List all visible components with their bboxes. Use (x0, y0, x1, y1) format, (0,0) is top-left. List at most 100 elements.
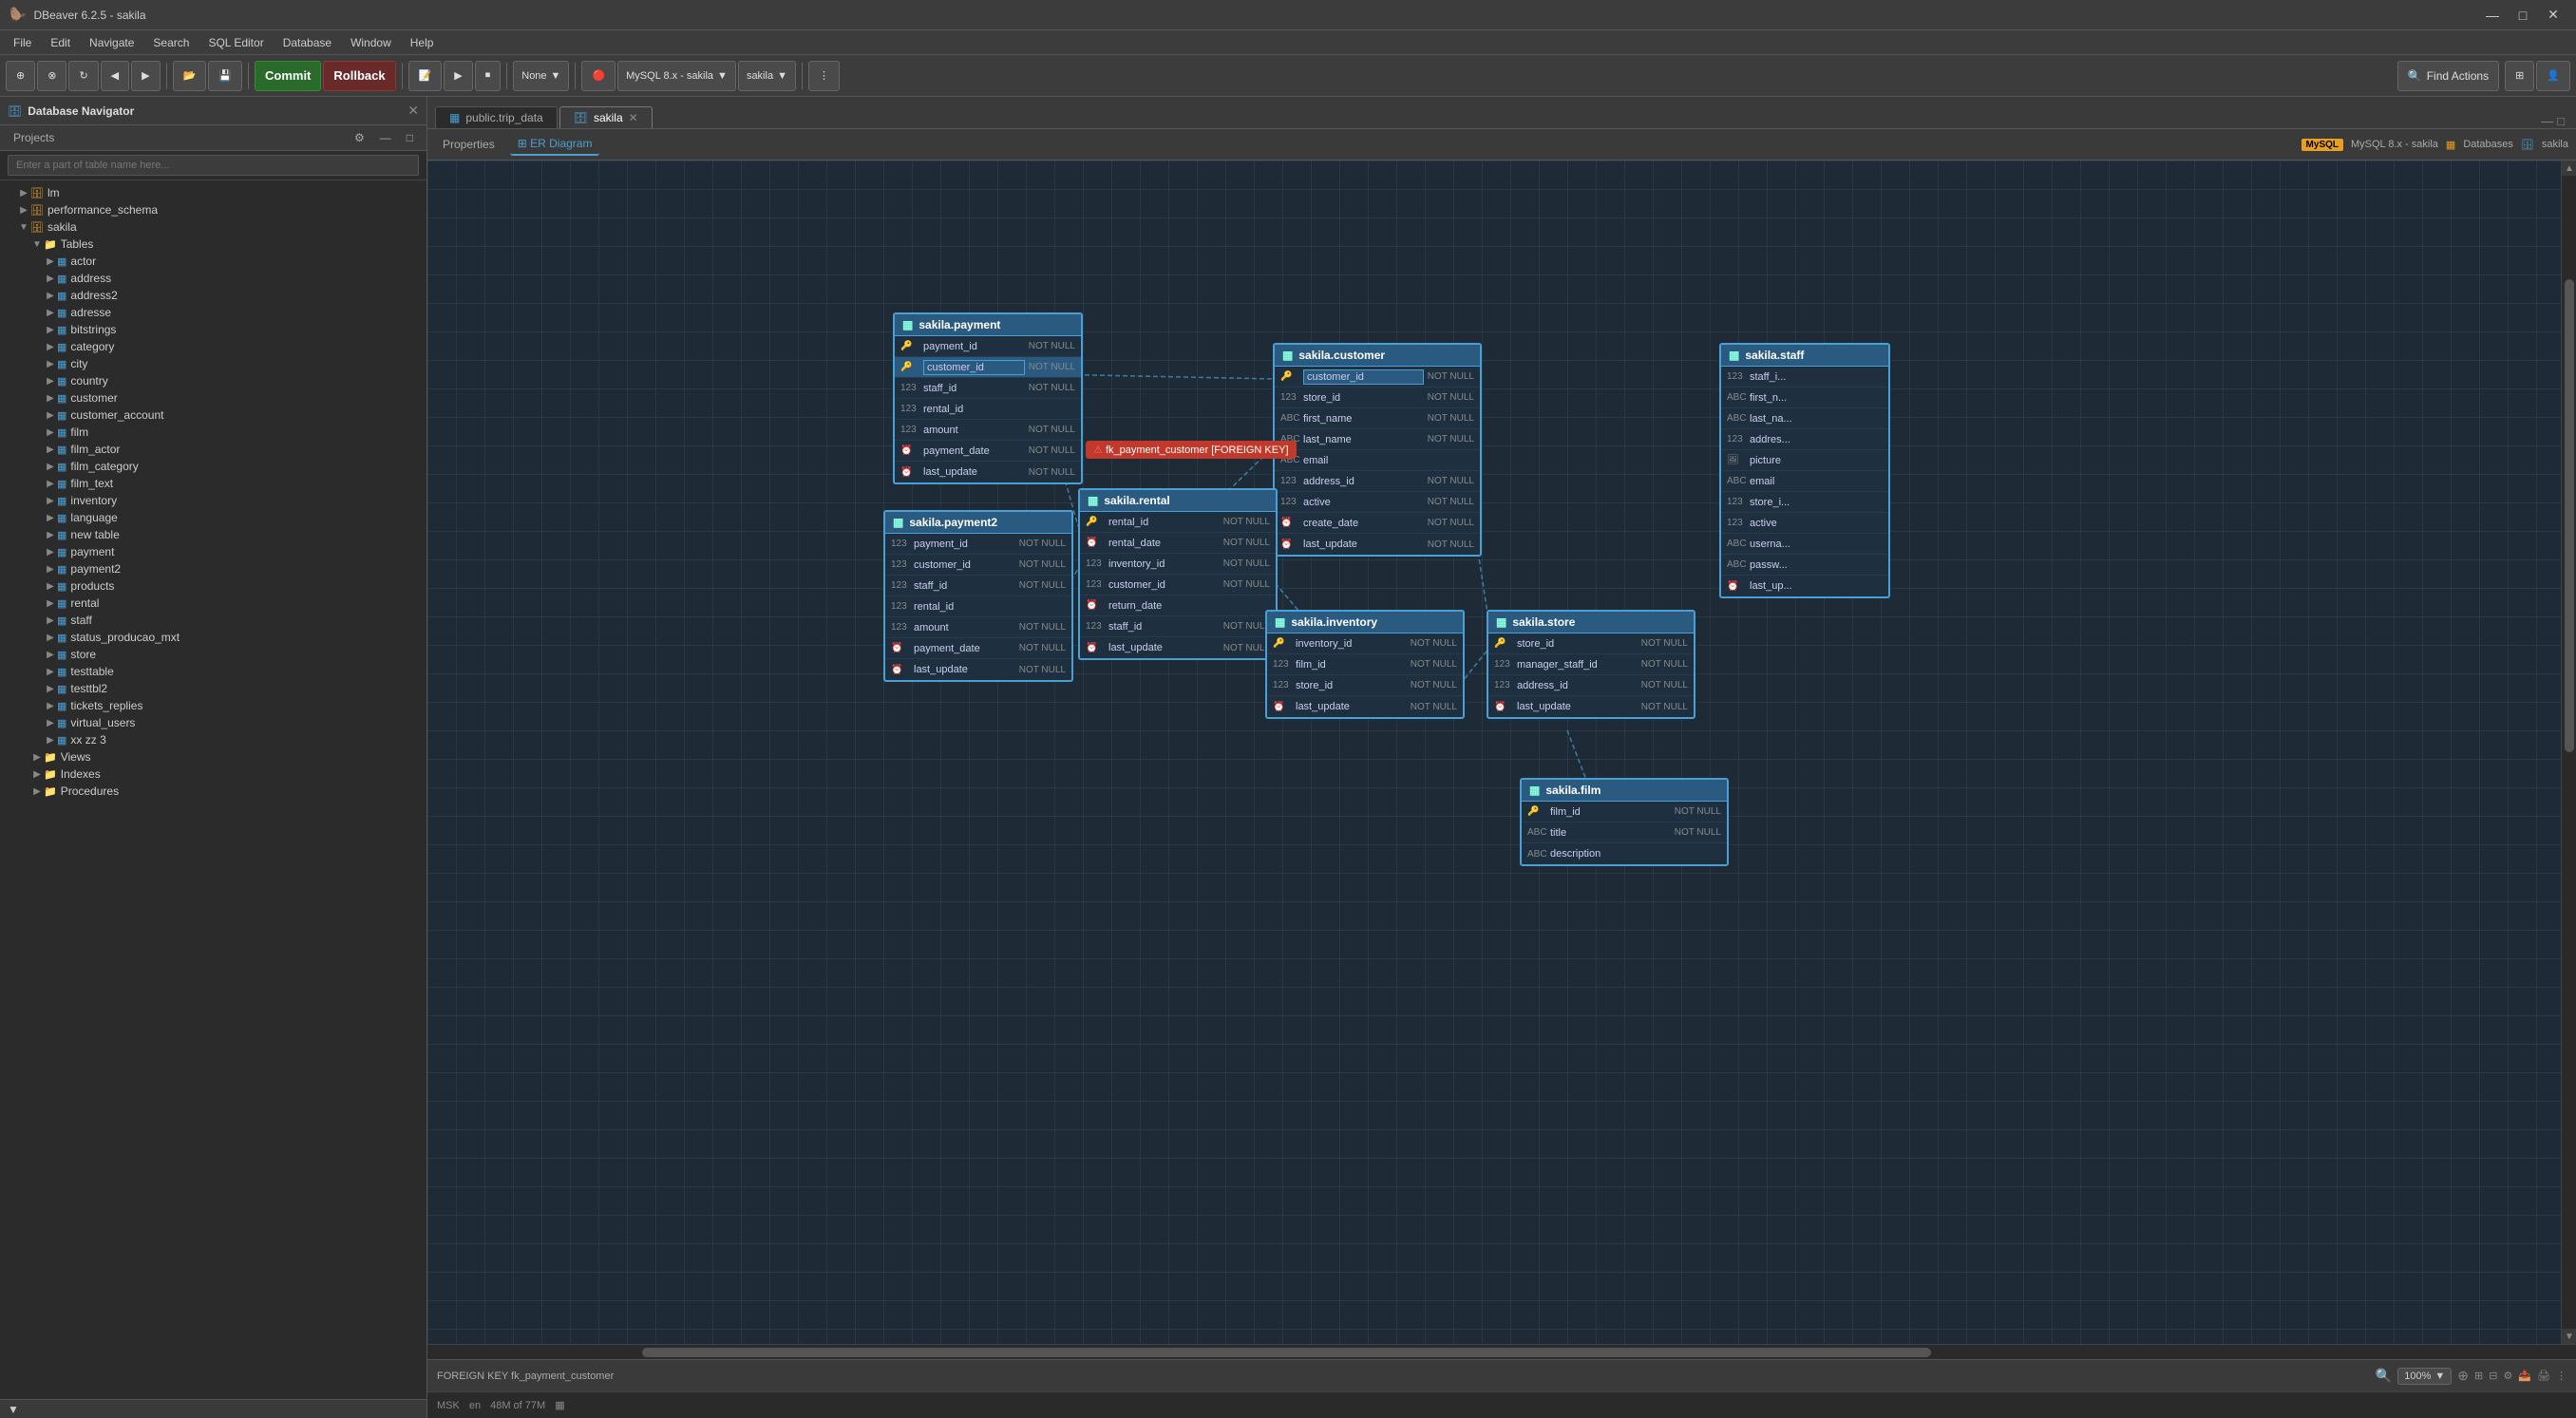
tree-item-virtual-users[interactable]: ▶ ▦ virtual_users (0, 714, 426, 731)
grid-toggle-button[interactable]: ⊞ (2505, 61, 2534, 91)
menu-window[interactable]: Window (341, 34, 401, 51)
tree-item-film-category[interactable]: ▶ ▦ film_category (0, 458, 426, 475)
tree-item-lm[interactable]: ▶ 🗄 lm (0, 184, 426, 201)
er-table-payment2-row-3[interactable]: 123 staff_id NOT NULL (885, 576, 1071, 596)
nav-close-button[interactable]: ✕ (407, 103, 419, 119)
er-table-inventory[interactable]: ▦ sakila.inventory 🔑 inventory_id NOT NU… (1265, 610, 1465, 719)
tree-item-inventory[interactable]: ▶ ▦ inventory (0, 492, 426, 509)
print-button[interactable]: 🖨 (2537, 1370, 2550, 1382)
tree-item-actor[interactable]: ▶ ▦ actor (0, 253, 426, 270)
er-table-payment2-row-4[interactable]: 123 rental_id (885, 596, 1071, 617)
er-table-payment[interactable]: ▦ sakila.payment 🔑 payment_id NOT NULL 🔑… (893, 312, 1083, 484)
tree-item-products[interactable]: ▶ ▦ products (0, 577, 426, 595)
zoom-in-icon[interactable]: ⊕ (2457, 1368, 2469, 1384)
er-table-customer-row-9[interactable]: ⏰ last_update NOT NULL (1275, 534, 1480, 555)
connection-dropdown[interactable]: MySQL 8.x - sakila ▼ (617, 61, 736, 91)
zoom-dropdown-icon[interactable]: ▼ (2434, 1371, 2445, 1382)
tab-trip-data[interactable]: ▦ public.trip_data (435, 106, 558, 128)
er-table-payment-row-2[interactable]: 🔑 customer_id NOT NULL (895, 357, 1081, 378)
grid-button[interactable]: ⊟ (2489, 1370, 2497, 1382)
er-table-payment-row-5[interactable]: 123 amount NOT NULL (895, 420, 1081, 441)
new-connection-button[interactable]: ⊕ (6, 61, 35, 91)
tree-item-sakila[interactable]: ▼ 🗄 sakila (0, 218, 426, 236)
tree-item-performance-schema[interactable]: ▶ 🗄 performance_schema (0, 201, 426, 218)
er-table-rental-row-3[interactable]: 123 inventory_id NOT NULL (1080, 554, 1276, 575)
nav-minimize-button[interactable]: — (374, 129, 397, 146)
er-table-film-row-3[interactable]: ABC description (1522, 843, 1727, 864)
er-table-inventory-row-2[interactable]: 123 film_id NOT NULL (1267, 654, 1463, 675)
er-table-staff-row-1[interactable]: 123 staff_i... (1721, 367, 1888, 388)
er-table-inventory-row-1[interactable]: 🔑 inventory_id NOT NULL (1267, 633, 1463, 654)
er-table-payment-row-7[interactable]: ⏰ last_update NOT NULL (895, 462, 1081, 482)
mysql-indicator[interactable]: 🔴 (581, 61, 616, 91)
menu-edit[interactable]: Edit (41, 34, 80, 51)
tree-item-adresse[interactable]: ▶ ▦ adresse (0, 304, 426, 321)
er-table-rental-row-5[interactable]: ⏰ return_date (1080, 596, 1276, 616)
er-table-payment-row-1[interactable]: 🔑 payment_id NOT NULL (895, 336, 1081, 357)
er-table-payment-row-3[interactable]: 123 staff_id NOT NULL (895, 378, 1081, 399)
tree-item-address2[interactable]: ▶ ▦ address2 (0, 287, 426, 304)
er-table-payment-row-6[interactable]: ⏰ payment_date NOT NULL (895, 441, 1081, 462)
tree-item-film-text[interactable]: ▶ ▦ film_text (0, 475, 426, 492)
er-table-customer-row-6[interactable]: 123 address_id NOT NULL (1275, 471, 1480, 492)
er-table-staff-row-11[interactable]: ⏰ last_up... (1721, 576, 1888, 596)
tree-item-customer-account[interactable]: ▶ ▦ customer_account (0, 406, 426, 424)
tree-item-store[interactable]: ▶ ▦ store (0, 646, 426, 663)
er-table-customer-row-2[interactable]: 123 store_id NOT NULL (1275, 388, 1480, 408)
er-table-payment2-row-2[interactable]: 123 customer_id NOT NULL (885, 555, 1071, 576)
tree-item-indexes-folder[interactable]: ▶ 📁 Indexes (0, 766, 426, 783)
tree-item-customer[interactable]: ▶ ▦ customer (0, 389, 426, 406)
tree-item-views-folder[interactable]: ▶ 📁 Views (0, 748, 426, 766)
refresh-button[interactable]: ↻ (68, 61, 98, 91)
user-button[interactable]: 👤 (2536, 61, 2570, 91)
tree-item-country[interactable]: ▶ ▦ country (0, 372, 426, 389)
none-dropdown[interactable]: None ▼ (513, 61, 569, 91)
er-table-customer[interactable]: ▦ sakila.customer 🔑 customer_id NOT NULL… (1273, 343, 1482, 557)
er-table-staff-row-3[interactable]: ABC last_na... (1721, 408, 1888, 429)
er-table-staff-row-8[interactable]: 123 active (1721, 513, 1888, 534)
tree-item-language[interactable]: ▶ ▦ language (0, 509, 426, 526)
sakila-tab-close[interactable]: ✕ (629, 111, 638, 124)
tree-item-payment[interactable]: ▶ ▦ payment (0, 543, 426, 560)
stop-button[interactable]: ⏹ (475, 61, 502, 91)
more-button[interactable]: ⋮ (2556, 1370, 2567, 1382)
export-button[interactable]: 📤 (2518, 1370, 2531, 1382)
disconnect-button[interactable]: ⊗ (37, 61, 66, 91)
tree-item-testtable[interactable]: ▶ ▦ testtable (0, 663, 426, 680)
tree-item-city[interactable]: ▶ ▦ city (0, 355, 426, 372)
er-table-inventory-row-3[interactable]: 123 store_id NOT NULL (1267, 675, 1463, 696)
er-table-store-row-4[interactable]: ⏰ last_update NOT NULL (1488, 696, 1694, 717)
rollback-button[interactable]: Rollback (323, 61, 395, 91)
tree-item-procedures-folder[interactable]: ▶ 📁 Procedures (0, 783, 426, 800)
script-button[interactable]: 📝 (408, 61, 443, 91)
tree-item-bitstrings[interactable]: ▶ ▦ bitstrings (0, 321, 426, 338)
tab-maximize-button[interactable]: □ (2557, 114, 2565, 128)
tree-item-category[interactable]: ▶ ▦ category (0, 338, 426, 355)
find-actions-button[interactable]: 🔍 Find Actions (2397, 61, 2499, 91)
er-table-staff[interactable]: ▦ sakila.staff 123 staff_i... ABC first_… (1719, 343, 1890, 598)
scroll-down-icon[interactable]: ▼ (8, 1403, 19, 1416)
zoom-control[interactable]: 100% ▼ (2397, 1368, 2452, 1385)
er-table-customer-row-8[interactable]: ⏰ create_date NOT NULL (1275, 513, 1480, 534)
tree-item-address[interactable]: ▶ ▦ address (0, 270, 426, 287)
properties-tab-button[interactable]: Properties (435, 134, 502, 155)
zoom-out-icon[interactable]: 🔍 (2376, 1368, 2392, 1384)
menu-navigate[interactable]: Navigate (80, 34, 143, 51)
er-table-customer-row-1[interactable]: 🔑 customer_id NOT NULL (1275, 367, 1480, 388)
menu-search[interactable]: Search (143, 34, 199, 51)
er-table-customer-row-7[interactable]: 123 active NOT NULL (1275, 492, 1480, 513)
more-options-button[interactable]: ⋮ (808, 61, 840, 91)
er-table-rental-row-6[interactable]: 123 staff_id NOT NULL (1080, 616, 1276, 637)
er-table-payment2[interactable]: ▦ sakila.payment2 123 payment_id NOT NUL… (883, 510, 1073, 682)
er-table-inventory-row-4[interactable]: ⏰ last_update NOT NULL (1267, 696, 1463, 717)
menu-file[interactable]: File (4, 34, 41, 51)
er-table-film[interactable]: ▦ sakila.film 🔑 film_id NOT NULL ABC tit… (1520, 778, 1729, 866)
er-table-payment2-row-6[interactable]: ⏰ payment_date NOT NULL (885, 638, 1071, 659)
execute-button[interactable]: ▶ (444, 61, 472, 91)
maximize-button[interactable]: □ (2510, 2, 2536, 28)
commit-button[interactable]: Commit (255, 61, 321, 91)
tab-sakila[interactable]: 🗄 sakila ✕ (559, 106, 653, 128)
er-table-store-row-3[interactable]: 123 address_id NOT NULL (1488, 675, 1694, 696)
er-table-store-row-1[interactable]: 🔑 store_id NOT NULL (1488, 633, 1694, 654)
er-table-staff-row-9[interactable]: ABC userna... (1721, 534, 1888, 555)
